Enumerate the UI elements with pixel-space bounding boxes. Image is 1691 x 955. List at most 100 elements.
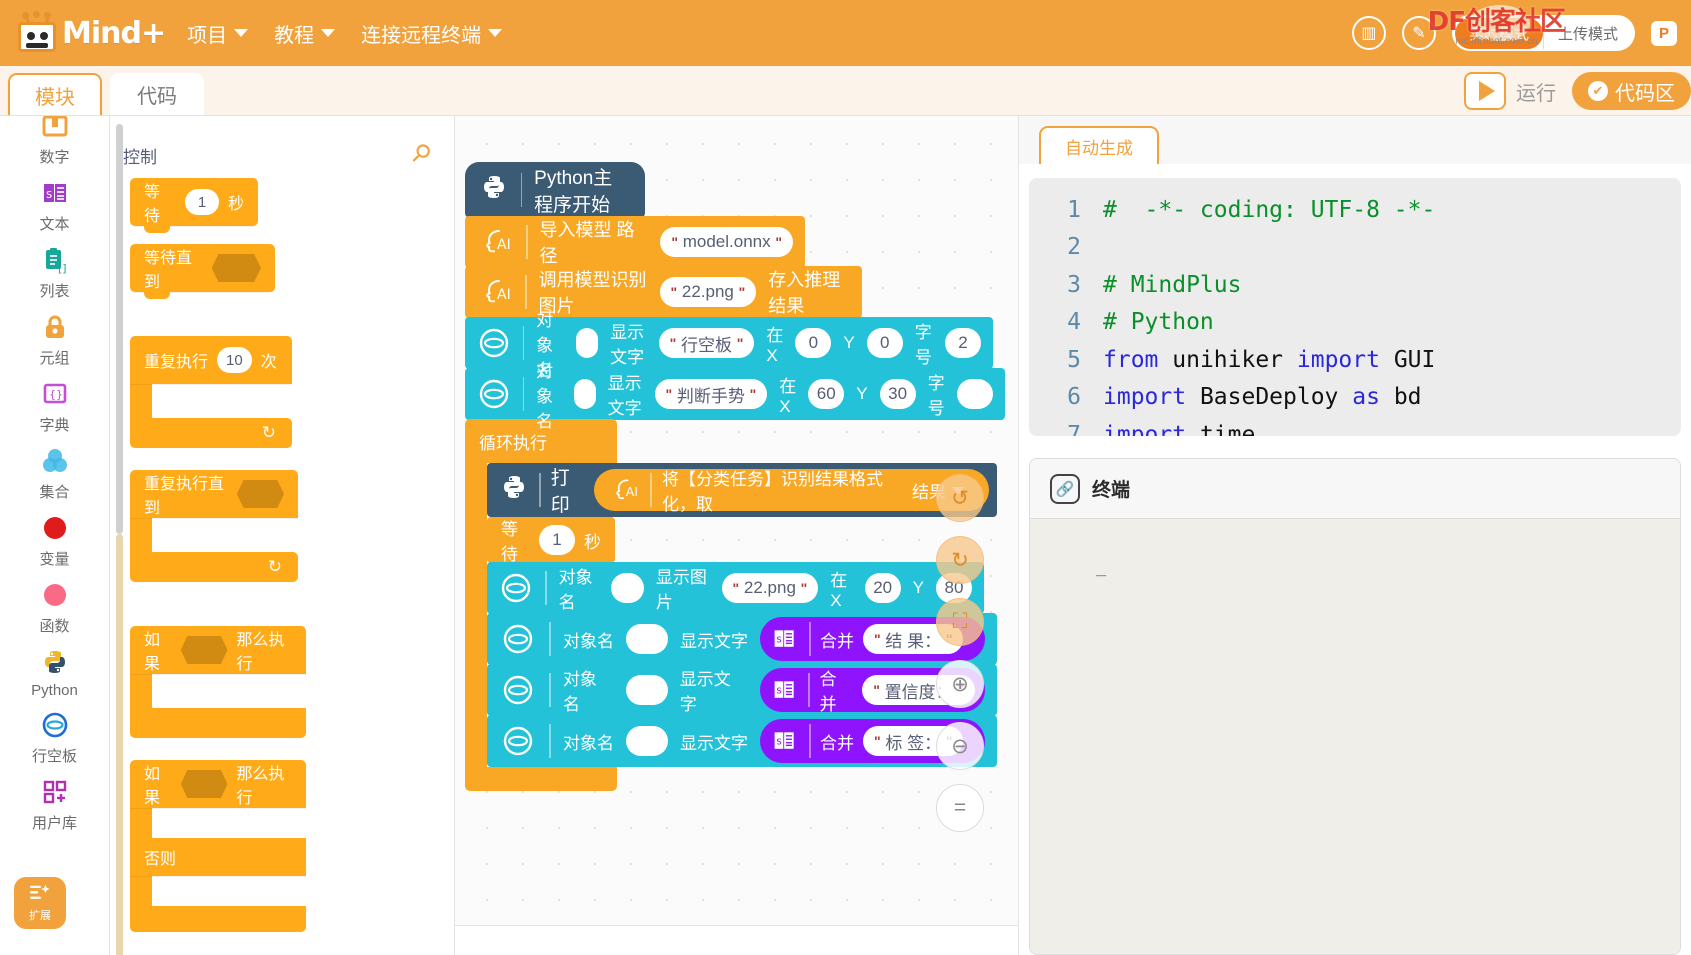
block-display-text-2[interactable]: 对象名 显示文字 " 判断手势 " 在X 60 Y 30 字号 — [465, 362, 1005, 431]
block-display-merge-label[interactable]: 对象名 显示文字 s 合并 " 标 签： " — [487, 715, 997, 767]
upload-mode-button[interactable]: 上传模式 — [1542, 17, 1632, 49]
edit-icon[interactable]: ✎ — [1401, 16, 1436, 50]
fontsize-input[interactable]: 2 — [945, 328, 982, 358]
undo-button[interactable]: ↺ — [936, 474, 984, 522]
run-button[interactable] — [1464, 72, 1506, 110]
sidebar-item-tuple[interactable]: 元组 — [0, 310, 109, 368]
boolean-slot[interactable] — [180, 636, 228, 664]
object-name-input[interactable] — [575, 328, 599, 358]
model-path-input[interactable]: " model.onnx " — [660, 227, 793, 257]
object-name-input[interactable] — [626, 624, 668, 654]
palette-scrollbar[interactable] — [116, 124, 123, 534]
palette-scrollbar-track[interactable] — [116, 534, 123, 955]
x-input[interactable]: 20 — [864, 573, 901, 603]
zoom-reset-button[interactable]: = — [936, 784, 984, 832]
palette-block-else-label: 否则 — [144, 851, 177, 868]
repeat-count-input[interactable]: 10 — [217, 347, 252, 373]
block-display-image[interactable]: 对象名 显示图片 " 22.png " 在X 20 Y 80 — [487, 562, 984, 614]
palette-block-if-else[interactable]: 如果 那么执行 否则 — [130, 760, 454, 932]
wait-seconds-input[interactable]: 1 — [184, 189, 219, 215]
code-viewer[interactable]: 1 # -*- coding: UTF-8 -*- 2 3 # MindPlus 4… — [1029, 178, 1681, 436]
block-run-model[interactable]: AI 调用模型识别图片 " 22.png " 存入推理结果 — [465, 266, 862, 318]
palette-block-repeat-until[interactable]: 重复执行直到 ↻ — [130, 470, 454, 582]
palette-block-repeat[interactable]: 重复执行 10 次 ↻ — [130, 336, 454, 448]
x-input[interactable]: 60 — [808, 379, 845, 409]
object-name-input[interactable] — [625, 675, 668, 705]
sidebar-item-dictionary[interactable]: {} 字典 — [0, 377, 109, 435]
divider — [549, 724, 551, 758]
boolean-slot[interactable] — [236, 480, 284, 508]
loop-contents: 打印 AI 将【分类任务】识别结果格式化，取 结果 等待 1 秒 对象名 显示图… — [487, 463, 997, 767]
terminal-output[interactable]: _ — [1030, 519, 1680, 954]
dashboard-icon[interactable]: ▥ — [1351, 16, 1386, 50]
object-name-input[interactable] — [574, 379, 596, 409]
extension-label: 扩展 — [29, 910, 51, 922]
wait-seconds-input[interactable]: 1 — [539, 525, 575, 555]
pin-icon[interactable]: ⚲ — [405, 137, 438, 170]
image-path-input[interactable]: " 22.png " — [721, 573, 819, 603]
y-input[interactable]: 30 — [879, 379, 916, 409]
zoom-out-button[interactable]: ⊖ — [936, 722, 984, 770]
menu-item-project[interactable]: 项目 — [187, 19, 249, 48]
fontsize-input[interactable] — [957, 379, 994, 409]
extension-icon — [29, 883, 51, 906]
block-print[interactable]: 打印 AI 将【分类任务】识别结果格式化，取 结果 — [487, 463, 997, 517]
block-display-merge-confidence[interactable]: 对象名 显示文字 s 合并 " 置信度： " — [487, 664, 997, 716]
line-number: 4 — [1067, 309, 1081, 336]
palette-block-wait-until[interactable]: 等待直到 — [130, 244, 275, 299]
sidebar-item-unihiker[interactable]: 行空板 — [0, 708, 109, 766]
block-wait[interactable]: 等待 1 秒 — [487, 517, 615, 564]
block-forever-loop[interactable]: 循环执行 打印 AI 将【分类任务】识别结果格式化，取 结果 等待 1 秒 对象… — [465, 419, 1005, 791]
codezone-button[interactable]: ✔ 代码区 — [1572, 72, 1691, 110]
code-line: 2 — [1029, 229, 1681, 266]
display-text-input[interactable]: " 判断手势 " — [654, 379, 768, 409]
sidebar-item-number[interactable]: 数字 — [0, 116, 109, 167]
block-palette[interactable]: 控制 ⚲ 等待 1 秒 等待直到 重复执行 10 次 ↻ 重复执行直到 ↻ 如果… — [110, 116, 455, 955]
palette-block-if-label: 如果 — [144, 632, 161, 673]
sidebar-item-variable[interactable]: 变量 — [0, 511, 109, 569]
display-text-value: 判断手势 — [676, 386, 745, 406]
palette-block-if[interactable]: 如果 那么执行 — [130, 626, 454, 738]
menu-item-remote-terminal[interactable]: 连接远程终端 — [361, 19, 503, 48]
display-image-label: 显示图片 — [655, 568, 707, 612]
object-name-input[interactable] — [626, 726, 668, 756]
display-text-input[interactable]: " 行空板 " — [658, 328, 755, 358]
image-path-input[interactable]: " 22.png " — [659, 277, 757, 307]
menu-item-tutorial[interactable]: 教程 — [274, 19, 336, 48]
tab-code[interactable]: 代码 — [110, 73, 204, 115]
x-input[interactable]: 0 — [795, 328, 832, 358]
sidebar-item-list[interactable]: [] 列表 — [0, 243, 109, 301]
sidebar-item-set-label: 集合 — [39, 484, 70, 501]
block-import-model[interactable]: AI 导入模型 路径 " model.onnx " — [465, 216, 805, 268]
realtime-mode-button[interactable]: 实时模式 — [1454, 17, 1543, 49]
boolean-slot[interactable] — [211, 254, 261, 282]
display-text-value: 行空板 — [681, 335, 733, 355]
sidebar-item-function[interactable]: 函数 — [0, 578, 109, 636]
zoom-in-button[interactable]: ⊕ — [936, 660, 984, 708]
palette-block-wait[interactable]: 等待 1 秒 — [130, 178, 258, 233]
boolean-slot[interactable] — [180, 770, 228, 798]
hat-block-python-main[interactable]: Python主程序开始 — [465, 162, 645, 218]
sidebar-item-python[interactable]: Python — [0, 645, 109, 699]
sidebar-item-tuple-label: 元组 — [39, 350, 70, 367]
ai-format-result-block[interactable]: AI 将【分类任务】识别结果格式化，取 结果 — [594, 469, 989, 514]
sidebar-item-user-library[interactable]: 用户库 — [0, 775, 109, 833]
block-display-merge-result[interactable]: 对象名 显示文字 s 合并 " 结 果： " — [487, 613, 997, 665]
script-canvas[interactable]: Python主程序开始 AI 导入模型 路径 " model.onnx " AI — [455, 116, 1019, 955]
object-name-input[interactable] — [610, 573, 644, 603]
line-number: 5 — [1067, 346, 1081, 373]
python-badge[interactable]: P — [1650, 20, 1677, 46]
y-input[interactable]: 0 — [866, 328, 903, 358]
right-pane: 自动生成 1 # -*- coding: UTF-8 -*- 2 3 # MindP… — [1019, 116, 1691, 955]
code-identifier: time — [1199, 421, 1256, 436]
tab-auto-generate[interactable]: 自动生成 — [1039, 126, 1159, 164]
check-icon: ✔ — [1588, 81, 1608, 101]
tab-modules[interactable]: 模块 — [8, 73, 102, 115]
redo-button[interactable]: ↻ — [936, 536, 984, 584]
fit-button[interactable]: ⛶ — [936, 598, 984, 646]
sidebar-item-set[interactable]: 集合 — [0, 444, 109, 502]
code-keyword: from — [1103, 346, 1173, 373]
extension-button[interactable]: 扩展 — [14, 877, 66, 929]
mode-switch: 实时模式 上传模式 — [1451, 15, 1635, 51]
sidebar-item-text[interactable]: s 文本 — [0, 176, 109, 234]
